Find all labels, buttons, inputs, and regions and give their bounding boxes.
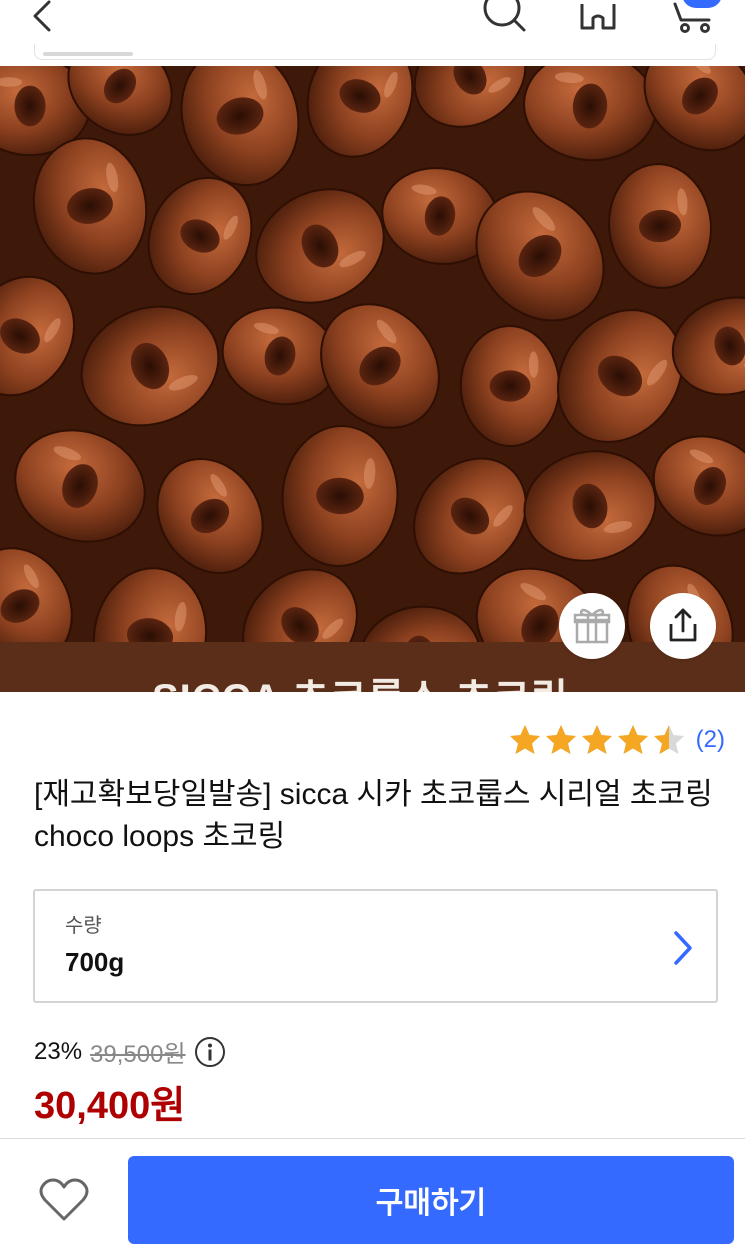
back-button[interactable] <box>22 0 62 36</box>
chevron-right-icon <box>674 931 692 965</box>
chevron-left-icon <box>33 0 51 32</box>
star-rating <box>508 723 688 757</box>
home-button[interactable] <box>570 0 626 36</box>
gift-button[interactable] <box>559 593 625 659</box>
quantity-option-selector[interactable]: 수량 700g <box>33 889 718 1003</box>
product-banner: SICCA 초코룹스 초코링 <box>0 642 745 692</box>
original-price: 39,500원 <box>90 1041 186 1068</box>
star-icon <box>617 725 648 754</box>
wishlist-button[interactable] <box>30 1170 98 1230</box>
home-icon <box>580 4 616 30</box>
share-icon <box>669 608 697 642</box>
star-icon <box>653 725 684 754</box>
search-bar-placeholder <box>43 52 133 56</box>
heart-icon <box>39 1178 89 1221</box>
share-button[interactable] <box>650 593 716 659</box>
product-title: [재고확보당일발송] sicca 시카 초코룹스 시리얼 초코링 choco l… <box>34 778 713 853</box>
option-value: 700g <box>65 947 125 977</box>
star-icon <box>581 725 612 754</box>
sale-price: 30,400원 <box>34 1085 186 1127</box>
gift-icon <box>573 608 611 644</box>
review-count[interactable]: (2) <box>696 726 725 754</box>
top-nav <box>0 0 745 66</box>
option-label: 수량 <box>65 915 102 937</box>
search-bar[interactable] <box>34 44 716 60</box>
divider <box>0 1138 745 1139</box>
discount-row: 23% 39,500원 <box>34 1034 226 1069</box>
product-image[interactable]: SICCA 초코룹스 초코링 <box>0 66 745 692</box>
search-button[interactable] <box>476 0 532 36</box>
discount-rate: 23% <box>34 1037 83 1065</box>
product-photo <box>0 66 745 692</box>
star-icon <box>545 725 576 754</box>
buy-button[interactable]: 구매하기 <box>128 1156 734 1244</box>
cart-button[interactable] <box>664 0 724 36</box>
rating[interactable]: (2) <box>508 722 725 758</box>
choco-ring <box>459 325 561 447</box>
info-icon[interactable] <box>194 1036 226 1068</box>
search-icon <box>483 0 526 32</box>
banner-text: SICCA 초코룹스 초코링 <box>152 666 569 692</box>
star-icon <box>509 725 540 754</box>
